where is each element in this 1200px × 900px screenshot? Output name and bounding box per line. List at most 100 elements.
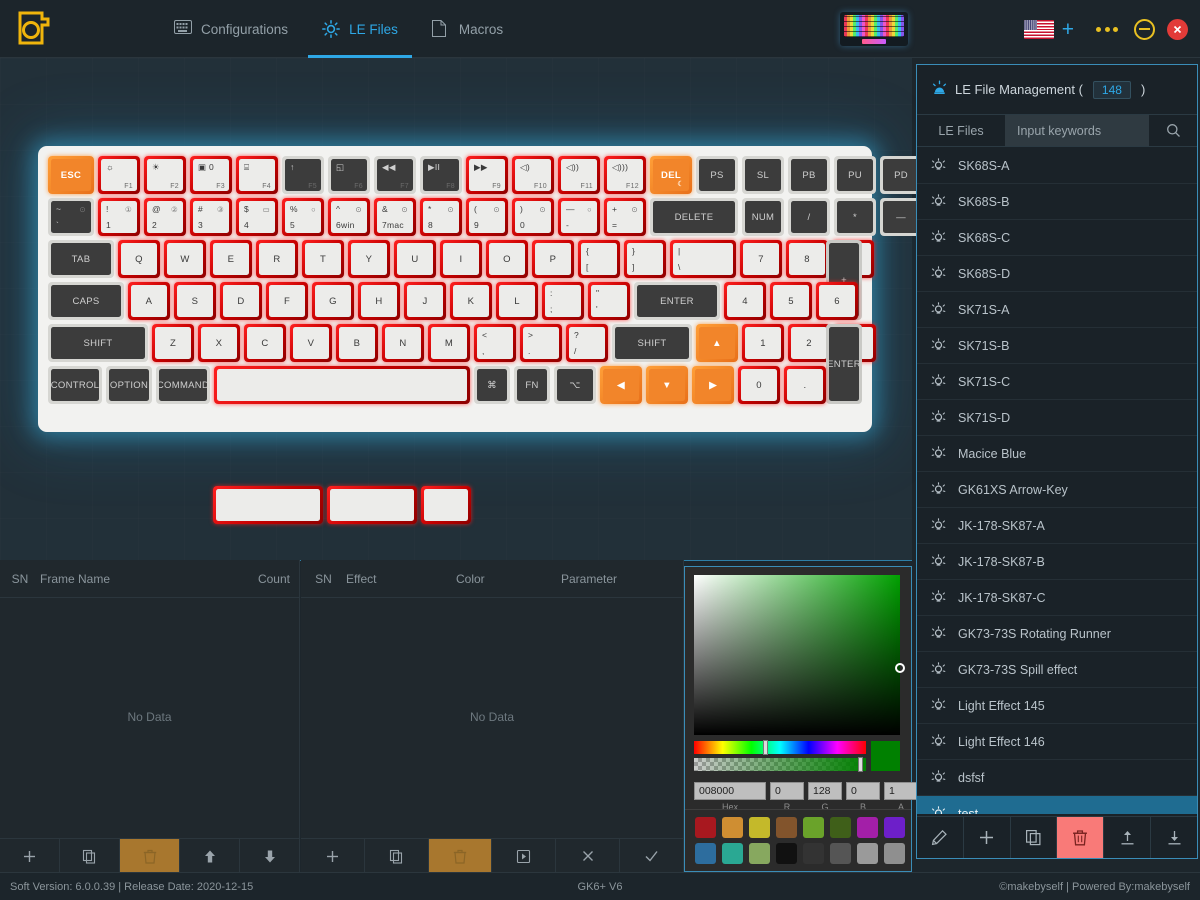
le-file-list-item[interactable]: GK73-73S Spill effect <box>917 652 1197 688</box>
keyboard-layout[interactable]: ESC ☼ F1 ☀ F2 ▣ 0 F3 ⌸ F4 ↑ F5 ◱ F6 ◀◀ F7 ▶II F8 ▶▶ F9 ◁) F1… <box>38 146 922 432</box>
keyboard-key[interactable]: P <box>532 240 574 278</box>
keyboard-key[interactable]: ⌸ F4 <box>236 156 278 194</box>
keyboard-key[interactable]: ? / <box>566 324 608 362</box>
keyboard-key[interactable]: DELETE <box>650 198 738 236</box>
keyboard-key[interactable]: CAPS <box>48 282 124 320</box>
hex-input[interactable] <box>694 782 766 800</box>
keyboard-key[interactable]: PS <box>696 156 738 194</box>
red-input[interactable] <box>770 782 804 800</box>
keyboard-key[interactable]: ↑ F5 <box>282 156 324 194</box>
keyboard-key[interactable]: ^ 6win ⊙ <box>328 198 370 236</box>
keyboard-key[interactable] <box>214 366 470 404</box>
keyboard-key[interactable]: ◁)) F11 <box>558 156 600 194</box>
nav-item-le-files[interactable]: LE Files <box>308 0 412 58</box>
keyboard-key[interactable]: <, <box>474 324 516 362</box>
move-down-button[interactable] <box>240 839 299 873</box>
keyboard-key[interactable]: N <box>382 324 424 362</box>
keyboard-key[interactable]: @2 ② <box>144 198 186 236</box>
keyboard-key[interactable]: ☀ F2 <box>144 156 186 194</box>
move-up-button[interactable] <box>180 839 240 873</box>
keyboard-key[interactable]: L <box>496 282 538 320</box>
le-file-list-item[interactable]: SK68S-B <box>917 184 1197 220</box>
search-icon[interactable] <box>1149 115 1197 146</box>
palette-swatch[interactable] <box>884 817 905 838</box>
keyboard-key[interactable]: T <box>302 240 344 278</box>
le-file-list-item[interactable]: GK73-73S Rotating Runner <box>917 616 1197 652</box>
le-file-list-item[interactable]: SK68S-D <box>917 256 1197 292</box>
le-file-list-item[interactable]: Light Effect 145 <box>917 688 1197 724</box>
le-file-list-item[interactable]: SK71S-B <box>917 328 1197 364</box>
keyboard-key[interactable]: ▲ <box>696 324 738 362</box>
keyboard-key[interactable]: C <box>244 324 286 362</box>
us-flag-icon[interactable] <box>1023 19 1054 39</box>
keyboard-key[interactable]: G <box>312 282 354 320</box>
keyboard-key[interactable]: / <box>788 198 830 236</box>
keyboard-key[interactable]: + = ⊙ <box>604 198 646 236</box>
keyboard-key[interactable] <box>421 486 471 524</box>
palette-swatch[interactable] <box>857 843 878 864</box>
keyboard-key[interactable]: S <box>174 282 216 320</box>
keyboard-key[interactable]: * <box>834 198 876 236</box>
keyboard-key[interactable]: I <box>440 240 482 278</box>
keyboard-key[interactable]: ◀◀ F7 <box>374 156 416 194</box>
keyboard-key[interactable]: J <box>404 282 446 320</box>
le-file-list-item[interactable]: JK-178-SK87-C <box>917 580 1197 616</box>
keyboard-key[interactable]: 4 <box>724 282 766 320</box>
keyboard-key[interactable]: ▶ <box>692 366 734 404</box>
extra-key-group[interactable] <box>213 486 471 524</box>
preview-effect-button[interactable] <box>492 839 557 873</box>
more-dots-icon[interactable] <box>1096 26 1118 32</box>
keyboard-key[interactable]: #3 ③ <box>190 198 232 236</box>
keyboard-key[interactable]: 0 <box>738 366 780 404</box>
keyboard-key[interactable]: 7 <box>740 240 782 278</box>
alpha-input[interactable] <box>884 782 918 800</box>
delete-frame-button[interactable] <box>120 839 180 873</box>
add-effect-button[interactable] <box>301 839 365 873</box>
keyboard-key[interactable]: ! 1 ① <box>98 198 140 236</box>
keyboard-key[interactable]: V <box>290 324 332 362</box>
keyboard-key[interactable]: — - ○ <box>558 198 600 236</box>
copy-le-button[interactable] <box>1011 817 1058 858</box>
le-file-list-item[interactable]: JK-178-SK87-A <box>917 508 1197 544</box>
keyboard-key[interactable]: ◁))) F12 <box>604 156 646 194</box>
keyboard-key[interactable]: ⌥ <box>554 366 596 404</box>
delete-effect-button[interactable] <box>428 839 493 873</box>
keyboard-key[interactable]: ☼ F1 <box>98 156 140 194</box>
keyboard-preview-thumbnail[interactable] <box>840 12 908 46</box>
keyboard-key[interactable]: W <box>164 240 206 278</box>
keyboard-key[interactable]: Q <box>118 240 160 278</box>
keyboard-key[interactable]: E <box>210 240 252 278</box>
close-icon[interactable] <box>1167 18 1188 40</box>
keyboard-key[interactable]: ▣ 0 F3 <box>190 156 232 194</box>
keyboard-key[interactable]: SL <box>742 156 784 194</box>
le-file-list-item[interactable]: SK71S-D <box>917 400 1197 436</box>
le-file-list-item[interactable]: GK61XS Arrow-Key <box>917 472 1197 508</box>
palette-swatch[interactable] <box>857 817 878 838</box>
add-frame-button[interactable] <box>0 839 60 873</box>
palette-swatch[interactable] <box>830 817 851 838</box>
keyboard-key[interactable]: ▶▶ F9 <box>466 156 508 194</box>
keyboard-key[interactable]: ⌘ <box>474 366 510 404</box>
green-input[interactable] <box>808 782 842 800</box>
delete-le-button[interactable] <box>1057 817 1105 858</box>
keyboard-key[interactable]: COMMAND <box>156 366 210 404</box>
keyboard-key[interactable]: {[ <box>578 240 620 278</box>
keyboard-key[interactable]: PU <box>834 156 876 194</box>
upload-le-button[interactable] <box>1104 817 1152 858</box>
keyboard-key[interactable]: 5 <box>770 282 812 320</box>
keyboard-key[interactable]: R <box>256 240 298 278</box>
download-le-button[interactable] <box>1151 817 1197 858</box>
keyboard-key[interactable]: DEL ☾ <box>650 156 692 194</box>
keyboard-key[interactable]: F <box>266 282 308 320</box>
palette-swatch[interactable] <box>776 817 797 838</box>
minimize-icon[interactable] <box>1134 18 1155 40</box>
keyboard-key[interactable]: & 7mac ⊙ <box>374 198 416 236</box>
keyboard-key[interactable]: >. <box>520 324 562 362</box>
keyboard-key[interactable]: 2 <box>788 324 830 362</box>
edit-le-button[interactable] <box>917 817 964 858</box>
le-file-list-item[interactable]: SK68S-C <box>917 220 1197 256</box>
color-picker[interactable]: Hex R G B A <box>684 566 918 872</box>
keyboard-key[interactable]: OPTION <box>106 366 152 404</box>
palette-swatch[interactable] <box>695 843 716 864</box>
keyboard-key[interactable]: ◁) F10 <box>512 156 554 194</box>
